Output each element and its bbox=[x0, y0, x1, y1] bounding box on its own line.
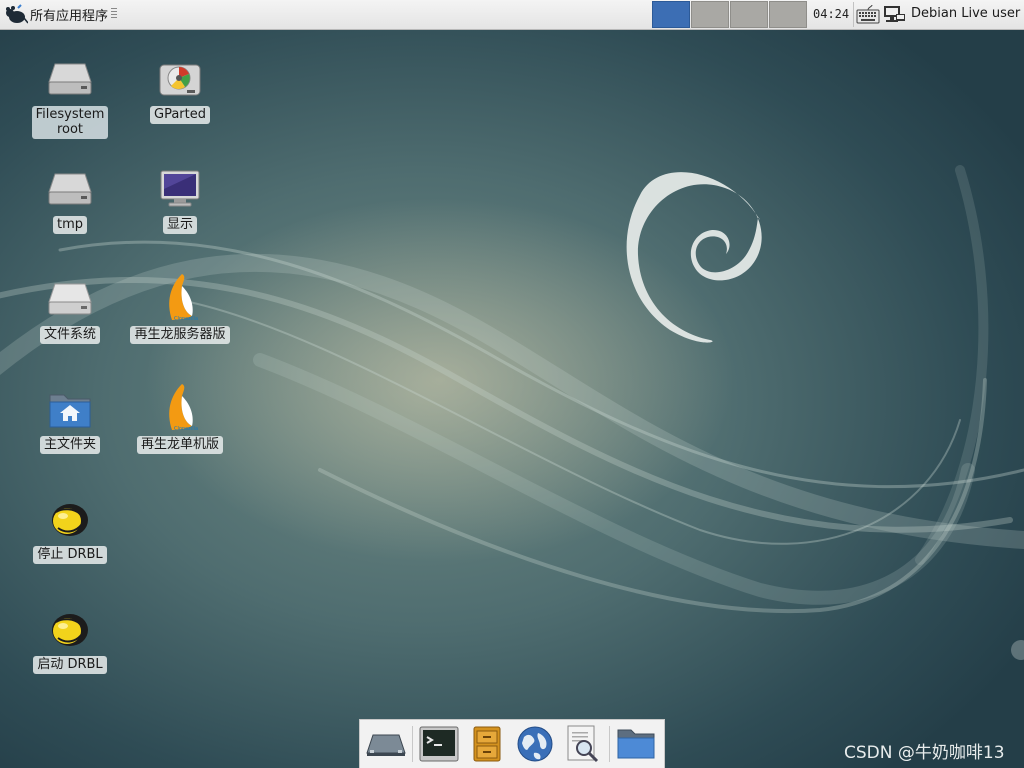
drive-icon bbox=[46, 276, 94, 324]
desktop-icon-label: 停止 DRBL bbox=[33, 546, 107, 564]
gparted-icon bbox=[156, 56, 204, 104]
system-tray bbox=[856, 2, 906, 27]
app-finder-icon bbox=[567, 725, 599, 763]
desktop-icon-display[interactable]: 显示 bbox=[130, 166, 230, 234]
home-folder-icon bbox=[46, 386, 94, 434]
workspace-4[interactable] bbox=[769, 1, 807, 28]
desktop-icon-start-drbl[interactable]: 启动 DRBL bbox=[20, 606, 120, 674]
top-panel: 所有应用程序 04:24 Debian Live user bbox=[0, 0, 1024, 30]
applications-menu-label: 所有应用程序 bbox=[30, 9, 109, 24]
user-menu[interactable]: Debian Live user bbox=[911, 6, 1020, 21]
network-icon[interactable] bbox=[882, 4, 906, 26]
dock-file-manager[interactable] bbox=[465, 722, 509, 766]
desktop-icon-label: 显示 bbox=[162, 216, 197, 234]
desktop-icon-label: 再生龙服务器版 bbox=[130, 326, 230, 344]
desktop-icon-clonezilla-server[interactable]: Clonezilla 再生龙服务器版 bbox=[130, 272, 230, 344]
clock[interactable]: 04:24 bbox=[813, 7, 849, 21]
workspace-1[interactable] bbox=[652, 1, 690, 28]
desktop-icon-filesystem-root[interactable]: Filesystem root bbox=[20, 56, 120, 139]
desktop-icon-tmp[interactable]: tmp bbox=[20, 166, 120, 234]
dock-separator bbox=[609, 726, 610, 762]
desktop-icon-label: 再生龙单机版 bbox=[136, 436, 223, 454]
desktop-icon-label: 主文件夹 bbox=[39, 436, 100, 454]
svg-text:Clonezilla: Clonezilla bbox=[174, 316, 198, 322]
dock-separator bbox=[412, 726, 413, 762]
desktop-icon-clonezilla-live[interactable]: Clonezilla 再生龙单机版 bbox=[130, 382, 230, 454]
file-manager-icon bbox=[473, 726, 501, 762]
desktop-icon-label: 文件系统 bbox=[39, 326, 100, 344]
xfce-mouse-icon bbox=[6, 3, 28, 23]
dock-show-desktop[interactable] bbox=[364, 722, 408, 766]
clonezilla-icon: Clonezilla bbox=[156, 382, 204, 434]
drbl-icon bbox=[46, 606, 94, 654]
show-desktop-icon bbox=[366, 734, 406, 756]
desktop-icon-label: tmp bbox=[52, 216, 87, 234]
workspace-switcher bbox=[652, 1, 808, 29]
desktop-edge-handle bbox=[1011, 640, 1024, 660]
watermark: CSDN @牛奶咖啡13 bbox=[844, 743, 1005, 763]
keyboard-icon[interactable] bbox=[856, 4, 880, 26]
debian-logo bbox=[626, 172, 762, 343]
drive-icon bbox=[46, 166, 94, 214]
drbl-icon bbox=[46, 496, 94, 544]
applications-menu-button[interactable]: 所有应用程序 bbox=[2, 2, 110, 27]
desktop-icon-label: GParted bbox=[150, 106, 210, 124]
drive-icon bbox=[46, 56, 94, 104]
bottom-dock bbox=[359, 719, 665, 768]
monitor-icon bbox=[156, 166, 204, 214]
panel-separator bbox=[853, 2, 854, 27]
workspace-2[interactable] bbox=[691, 1, 729, 28]
terminal-icon bbox=[419, 726, 459, 762]
desktop-icon-stop-drbl[interactable]: 停止 DRBL bbox=[20, 496, 120, 564]
panel-drag-handle[interactable] bbox=[111, 8, 117, 20]
desktop-icon-file-system[interactable]: 文件系统 bbox=[20, 276, 120, 344]
desktop-icon-label: 启动 DRBL bbox=[33, 656, 107, 674]
folder-icon bbox=[617, 729, 655, 759]
svg-text:Clonezilla: Clonezilla bbox=[174, 426, 198, 432]
web-browser-icon bbox=[517, 726, 553, 762]
workspace-3[interactable] bbox=[730, 1, 768, 28]
dock-folder[interactable] bbox=[614, 722, 658, 766]
desktop-icon-label: Filesystem root bbox=[31, 106, 109, 139]
desktop-icon-gparted[interactable]: GParted bbox=[130, 56, 230, 124]
dock-terminal[interactable] bbox=[417, 722, 461, 766]
dock-web-browser[interactable] bbox=[513, 722, 557, 766]
dock-app-finder[interactable] bbox=[561, 722, 605, 766]
desktop-icon-home-folder[interactable]: 主文件夹 bbox=[20, 386, 120, 454]
clonezilla-icon: Clonezilla bbox=[156, 272, 204, 324]
desktop[interactable]: 所有应用程序 04:24 Debian Live user Filesystem… bbox=[0, 0, 1024, 768]
